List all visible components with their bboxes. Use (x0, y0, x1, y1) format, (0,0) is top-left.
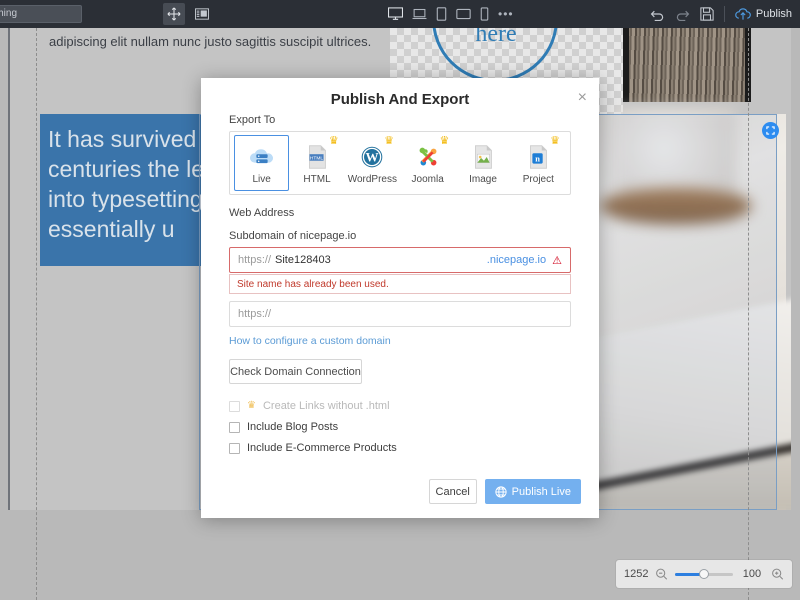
subdomain-value: Site128403 (275, 254, 331, 266)
check-domain-connection-button[interactable]: Check Domain Connection (229, 359, 362, 384)
checkbox-label: Include E-Commerce Products (247, 442, 397, 454)
export-option-project[interactable]: ♛ n Project (511, 135, 566, 191)
dialog-body: Export To Live ♛ HTML HTML ♛ W WordPress… (229, 114, 571, 454)
toolbar-right-group: Publish (650, 6, 792, 22)
tablet-portrait-icon[interactable] (436, 7, 447, 21)
web-address-label: Web Address (229, 207, 295, 219)
zoom-slider-knob[interactable] (699, 569, 710, 579)
checkbox-box[interactable] (229, 442, 240, 454)
undo-icon[interactable] (650, 8, 665, 21)
export-to-label: Export To (229, 114, 276, 126)
cancel-button[interactable]: Cancel (428, 479, 477, 504)
toolbar-tools (163, 3, 213, 25)
globe-icon (495, 485, 507, 498)
publish-export-dialog: Publish And Export × Export To Live ♛ HT… (201, 78, 599, 518)
move-cursor-icon (167, 7, 181, 21)
device-preview-group: ••• (388, 7, 514, 21)
top-toolbar: rything (0, 0, 800, 28)
export-option-html[interactable]: ♛ HTML HTML (289, 135, 344, 191)
export-option-wordpress[interactable]: ♛ W WordPress (345, 135, 400, 191)
checkbox-label: Include Blog Posts (247, 421, 339, 433)
save-icon[interactable] (700, 7, 714, 21)
zoom-in-icon[interactable] (771, 567, 784, 581)
image-file-icon (475, 144, 492, 169)
export-option-label: HTML (303, 173, 331, 185)
svg-text:HTML: HTML (310, 155, 324, 161)
html-file-icon: HTML (309, 144, 326, 169)
more-devices-icon[interactable]: ••• (498, 8, 514, 20)
hero-text-block[interactable]: It has survived five centuries the leap … (40, 114, 238, 266)
canvas-width-value: 1252 (624, 568, 649, 580)
panel-toggle-button[interactable] (191, 3, 213, 25)
warning-triangle-icon: ⚠ (552, 254, 562, 267)
page-left-edge (8, 28, 10, 510)
pro-crown-icon: ♛ (384, 135, 395, 147)
checkbox-box[interactable] (229, 421, 240, 433)
subdomain-field-wrap: https:// Site128403 .nicepage.io ⚠ Site … (229, 247, 571, 294)
joomla-icon (419, 147, 437, 165)
subdomain-prefix: https:// (238, 254, 272, 266)
pro-crown-icon: ♛ (328, 135, 339, 147)
search-input[interactable]: rything (0, 5, 82, 23)
zoom-bar[interactable]: 1252 100 (616, 560, 792, 588)
custom-domain-input[interactable]: https:// (229, 301, 571, 327)
laptop-icon[interactable] (412, 7, 427, 21)
phone-mockup-image (623, 28, 751, 102)
export-option-live[interactable]: Live (234, 135, 290, 191)
export-option-label: Joomla (411, 173, 444, 185)
export-option-joomla[interactable]: ♛ Joomla (400, 135, 455, 191)
custom-domain-placeholder: https:// (238, 308, 272, 320)
wordpress-icon: W (362, 146, 383, 167)
zoom-slider[interactable] (675, 569, 733, 579)
design-placeholder-text: your design here (475, 28, 517, 47)
subdomain-label: Subdomain of nicepage.io (229, 230, 357, 242)
export-option-label: Image (469, 173, 497, 185)
pro-crown-icon: ♛ (247, 400, 256, 411)
app-root: adipiscing elit nullam nunc justo sagitt… (0, 0, 800, 600)
publish-button[interactable]: Publish (735, 7, 792, 21)
export-option-label: Live (252, 173, 271, 185)
zoom-out-icon[interactable] (655, 567, 668, 581)
cloud-upload-icon (735, 8, 751, 20)
cloud-server-icon (249, 148, 273, 163)
canvas-paragraph: adipiscing elit nullam nunc justo sagitt… (49, 34, 372, 49)
checkbox-create-links-without-html[interactable]: ♛ Create Links without .html (229, 400, 571, 412)
dialog-footer: Cancel Publish Live (428, 479, 581, 504)
zoom-level-value: 100 (742, 568, 762, 580)
export-options-group: Live ♛ HTML HTML ♛ W WordPress ♛ Joomla … (229, 131, 571, 195)
guide-line-left (36, 28, 37, 600)
desktop-icon[interactable] (388, 7, 403, 21)
export-option-image[interactable]: Image (455, 135, 510, 191)
svg-text:n: n (536, 153, 541, 163)
guide-line-right (748, 28, 749, 600)
svg-text:W: W (366, 149, 379, 164)
checkbox-include-blog-posts[interactable]: Include Blog Posts (229, 421, 571, 433)
publish-live-button[interactable]: Publish Live (484, 479, 581, 504)
checkbox-label: Create Links without .html (262, 400, 390, 412)
pro-crown-icon: ♛ (439, 135, 450, 147)
tablet-landscape-icon[interactable] (456, 8, 471, 20)
move-tool-button[interactable] (163, 3, 185, 25)
checkbox-box[interactable] (229, 400, 240, 412)
project-file-icon: n (530, 144, 548, 169)
close-icon[interactable]: × (578, 90, 587, 106)
dialog-title: Publish And Export (330, 91, 470, 108)
pro-crown-icon: ♛ (550, 135, 560, 147)
redo-icon[interactable] (675, 8, 690, 21)
publish-live-label: Publish Live (511, 485, 571, 498)
export-option-label: Project (522, 173, 554, 185)
subdomain-input[interactable]: https:// Site128403 .nicepage.io ⚠ (229, 247, 571, 273)
checkbox-include-ecommerce-products[interactable]: Include E-Commerce Products (229, 442, 571, 454)
toolbar-divider (723, 6, 725, 22)
subdomain-suffix: .nicepage.io (486, 254, 547, 266)
layout-panel-icon (195, 8, 209, 20)
export-option-label: WordPress (347, 173, 397, 185)
publish-button-label: Publish (755, 8, 792, 20)
custom-domain-help-link[interactable]: How to configure a custom domain (229, 335, 391, 347)
phone-icon[interactable] (480, 7, 489, 21)
subdomain-error-message: Site name has already been used. (229, 274, 571, 294)
expand-handle-icon[interactable] (762, 122, 779, 139)
